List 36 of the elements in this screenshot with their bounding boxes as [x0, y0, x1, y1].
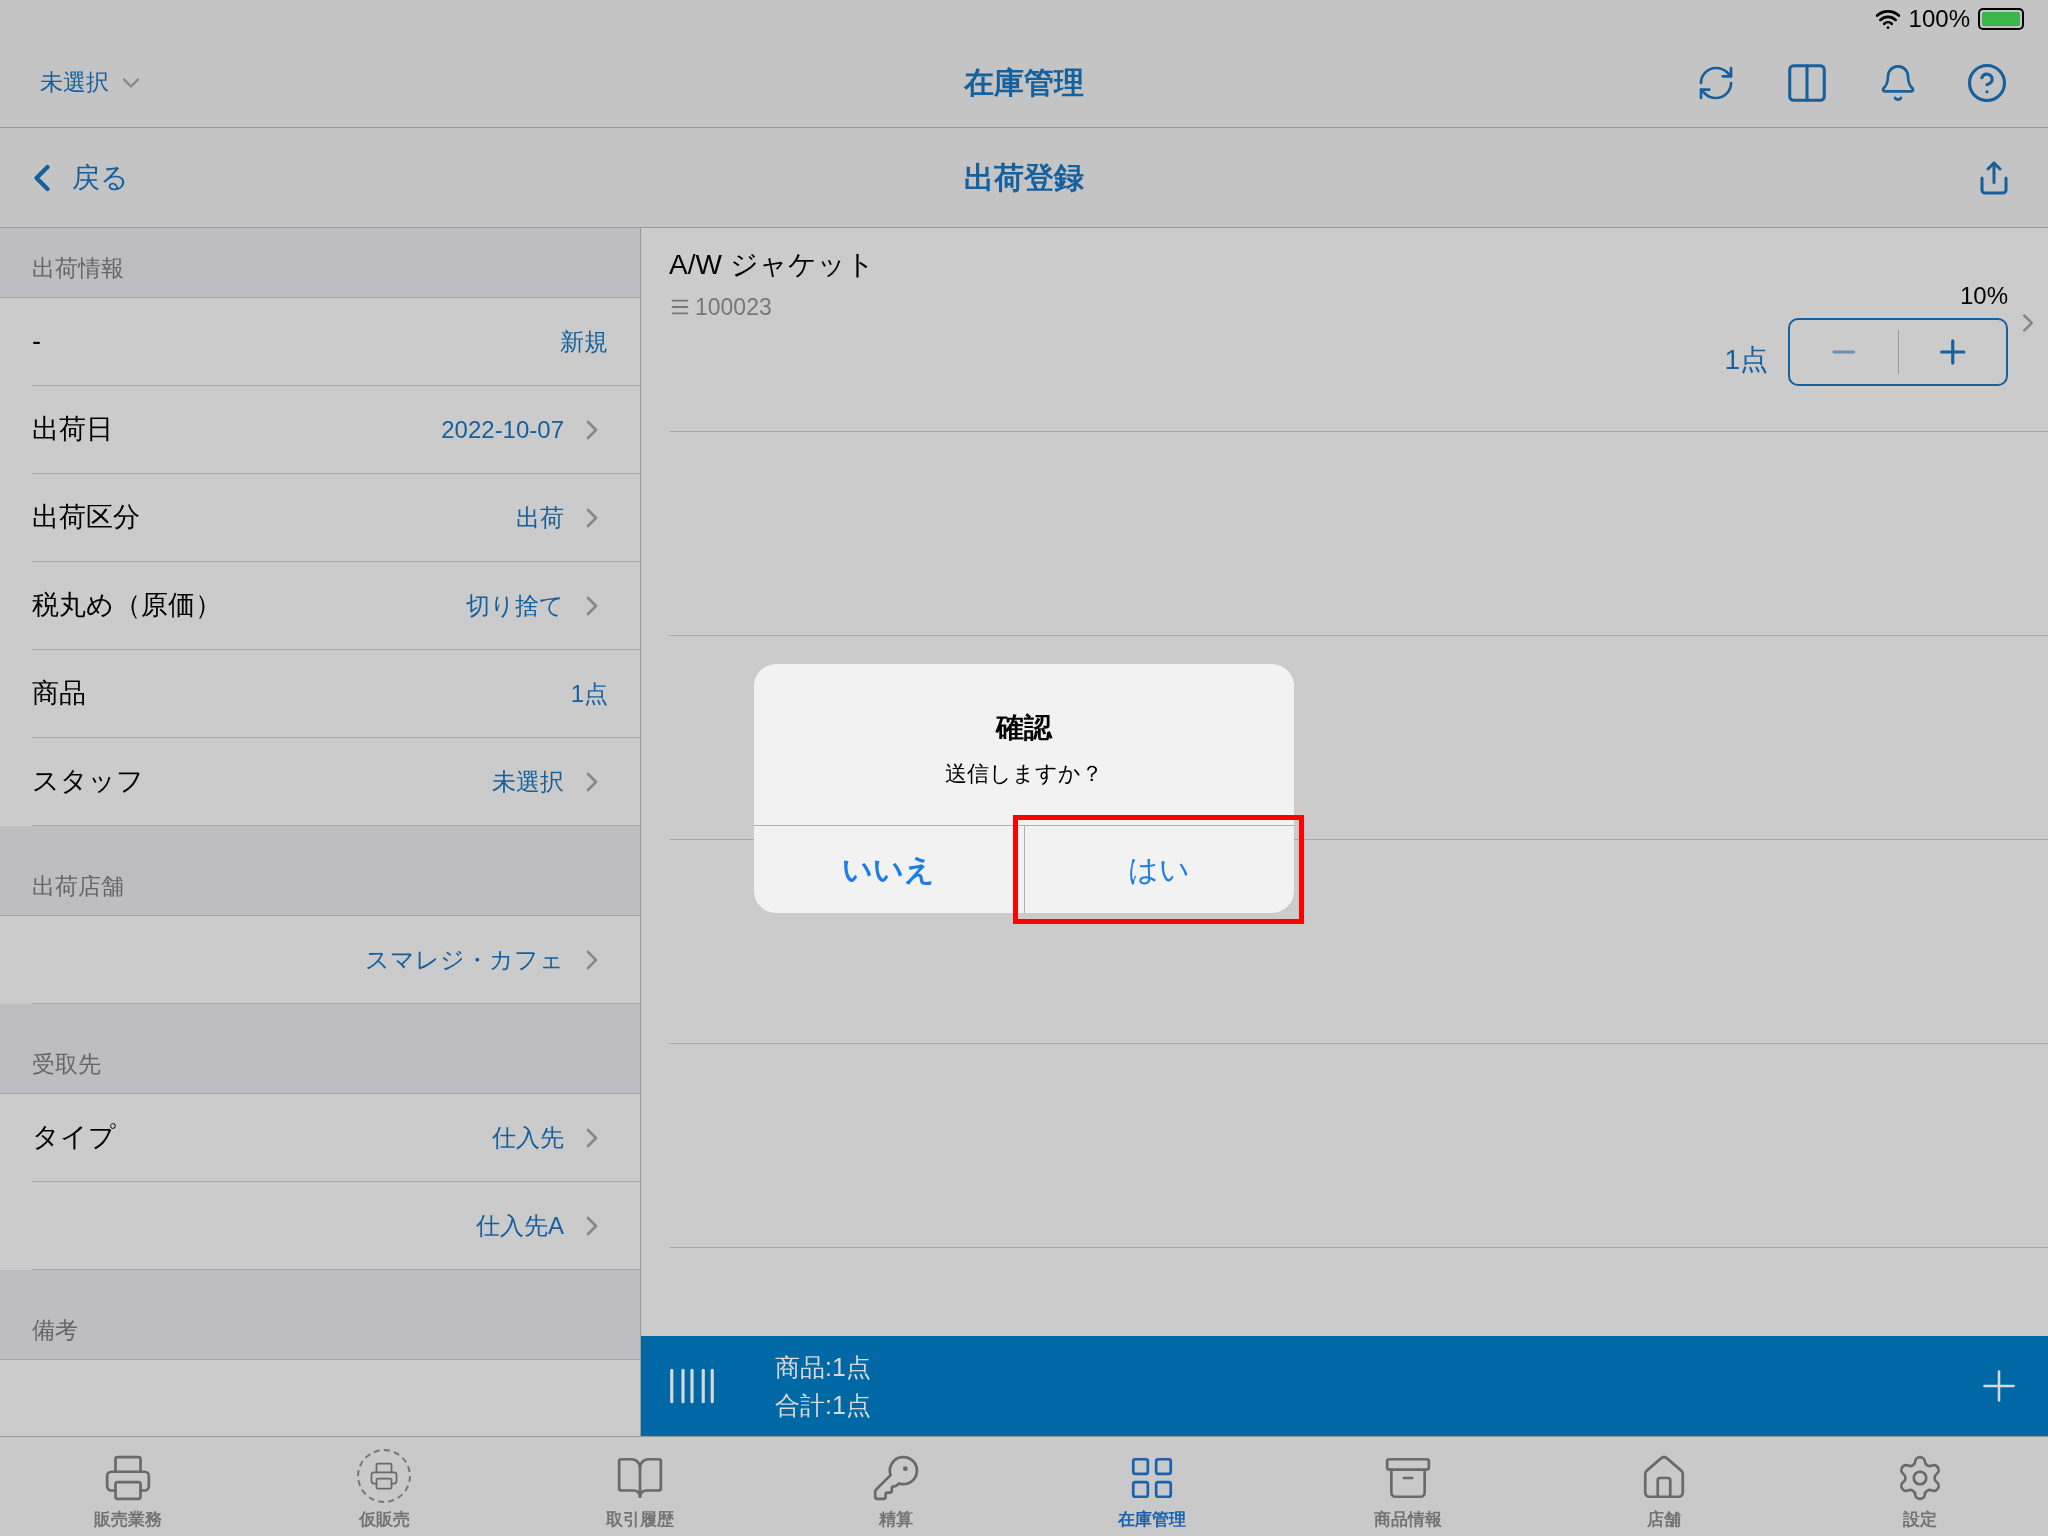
tab-bar-item[interactable]: 取引履歴 — [512, 1437, 768, 1536]
total-count: 合計:1点 — [775, 1390, 871, 1421]
form-row[interactable]: 出荷日 2022-10-07 — [32, 386, 640, 474]
section-header: 受取先 — [0, 1004, 640, 1094]
quantity: 1点 — [1724, 343, 1768, 377]
back-button[interactable]: 戻る — [20, 155, 220, 200]
tab-bar-item[interactable]: 仮販売 — [256, 1437, 512, 1536]
page-title: 出荷登録 — [964, 160, 1084, 196]
help-icon[interactable] — [1966, 61, 2008, 104]
dialog-button[interactable]: いいえ — [754, 826, 1024, 913]
tab-bar-item[interactable]: 在庫管理 — [1024, 1437, 1280, 1536]
product-name: A/W ジャケット — [669, 248, 875, 282]
form-row[interactable]: 出荷区分 出荷 — [32, 474, 640, 562]
section-header: 出荷店舗 — [0, 826, 640, 916]
section-header: 出荷情報 — [0, 228, 640, 298]
form-row[interactable]: タイプ 仕入先 — [32, 1094, 640, 1182]
form-row[interactable]: - 新規 — [32, 298, 640, 386]
dialog-message: 送信しますか？ — [945, 760, 1103, 788]
section-header: 備考 — [0, 1270, 640, 1360]
store-selector[interactable]: 未選択 — [40, 65, 145, 100]
tab-bar-item[interactable]: 店舗 — [1536, 1437, 1792, 1536]
form-row[interactable]: 商品 1点 — [32, 650, 640, 738]
tab-bar-item[interactable]: 設定 — [1792, 1437, 2048, 1536]
app-title: 在庫管理 — [964, 65, 1084, 101]
quantity-stepper[interactable] — [1788, 318, 2008, 386]
battery-percent: 100% — [1908, 4, 1970, 34]
tab-bar-item[interactable]: 精算 — [768, 1437, 1024, 1536]
product-code: 100023 — [695, 293, 772, 322]
items-count: 商品:1点 — [775, 1352, 871, 1383]
dialog-button[interactable]: はい — [1023, 826, 1294, 913]
form-row[interactable]: 税丸め（原価） 切り捨て — [32, 562, 640, 650]
tab-bar-item[interactable]: 商品情報 — [1280, 1437, 1536, 1536]
battery-icon — [1978, 8, 2024, 30]
tax-rate: 10% — [1959, 281, 2008, 311]
tab-bar-item[interactable]: 販売業務 — [0, 1437, 256, 1536]
dialog-title: 確認 — [996, 711, 1052, 745]
